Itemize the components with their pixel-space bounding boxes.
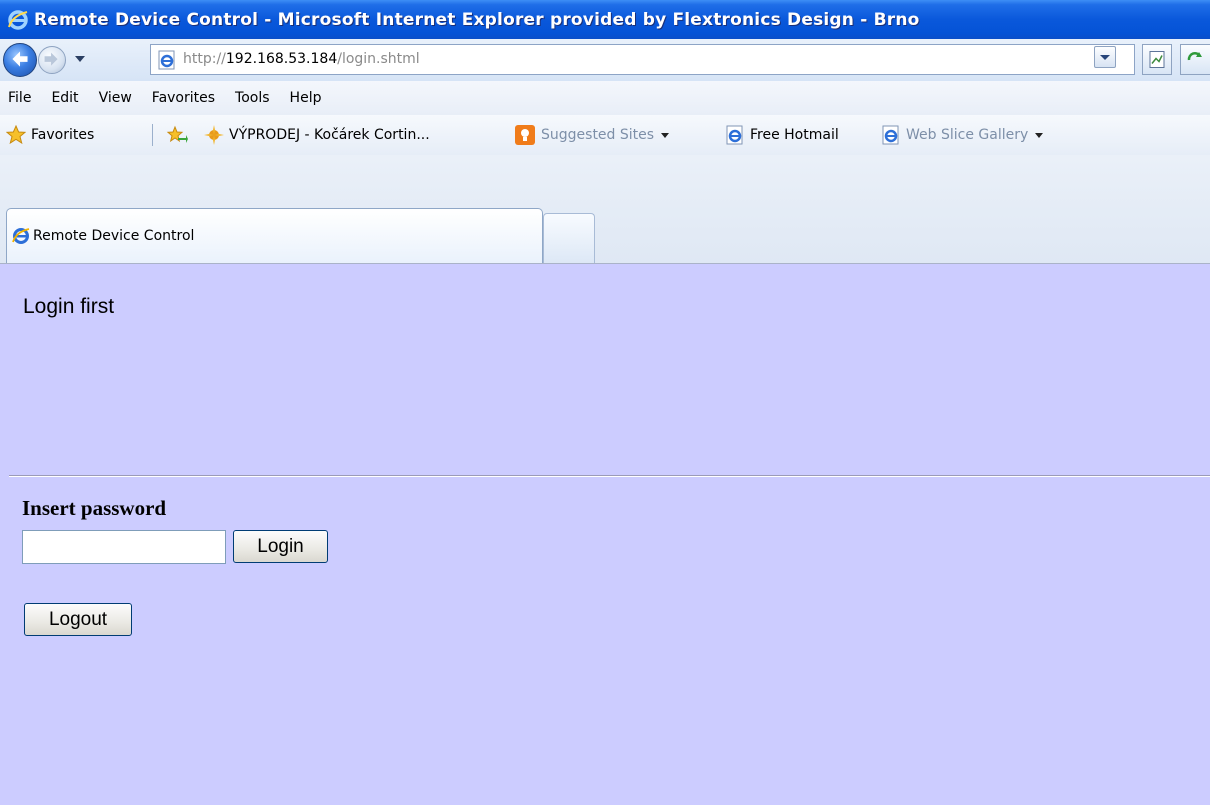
compatibility-view-button[interactable] xyxy=(1142,44,1172,75)
menu-file[interactable]: File xyxy=(8,90,31,106)
address-bar[interactable]: http://192.168.53.184/login.shtml xyxy=(150,44,1135,75)
refresh-button[interactable] xyxy=(1180,44,1210,75)
window-title: Remote Device Control - Microsoft Intern… xyxy=(34,9,920,30)
address-dropdown-button[interactable] xyxy=(1094,46,1116,68)
url-text: http://192.168.53.184/login.shtml xyxy=(183,51,420,67)
new-tab-button[interactable] xyxy=(543,213,595,263)
password-label: Insert password xyxy=(22,496,167,520)
back-button[interactable] xyxy=(3,43,37,77)
favorites-button[interactable]: Favorites xyxy=(6,115,94,155)
favorites-separator xyxy=(152,124,153,146)
page-content: Login first Insert password Login Logout xyxy=(0,263,1210,805)
ie-page-icon xyxy=(726,125,743,145)
favorite-item-suggested-sites[interactable]: Suggested Sites xyxy=(514,115,670,155)
chevron-down-icon xyxy=(1035,133,1044,138)
ie-logo-icon xyxy=(8,9,28,30)
favorite-item-label: VÝPRODEJ - Kočárek Cortin... xyxy=(229,127,430,143)
star-burst-icon xyxy=(204,125,224,145)
window-titlebar: Remote Device Control - Microsoft Intern… xyxy=(0,0,1210,39)
logout-button[interactable]: Logout xyxy=(24,603,132,636)
star-icon xyxy=(6,125,26,145)
horizontal-divider xyxy=(9,475,1210,477)
suggested-sites-icon xyxy=(515,125,535,145)
favorite-item-web-slice-gallery[interactable]: Web Slice Gallery xyxy=(881,115,1044,155)
page-heading: Login first xyxy=(23,295,115,318)
favorite-item-vyprodej[interactable]: VÝPRODEJ - Kočárek Cortin... xyxy=(204,115,430,155)
favorite-item-label: Web Slice Gallery xyxy=(906,127,1029,143)
arrow-left-icon xyxy=(12,51,28,67)
menu-bar: File Edit View Favorites Tools Help xyxy=(0,81,1210,116)
ie-logo-icon xyxy=(12,228,30,244)
recent-pages-dropdown-icon[interactable] xyxy=(74,53,86,65)
chevron-down-icon xyxy=(661,133,670,138)
ie-page-icon xyxy=(158,50,175,70)
compatibility-view-icon xyxy=(1149,51,1165,68)
menu-help[interactable]: Help xyxy=(290,90,322,106)
menu-edit[interactable]: Edit xyxy=(51,90,78,106)
favorites-label: Favorites xyxy=(31,127,95,143)
password-input[interactable] xyxy=(22,530,226,564)
arrow-right-icon xyxy=(44,52,58,66)
favorite-item-label: Free Hotmail xyxy=(750,127,839,143)
tab-label: Remote Device Control xyxy=(33,228,195,244)
favorite-item-label: Suggested Sites xyxy=(541,127,655,143)
ie-page-icon xyxy=(882,125,899,145)
add-favorite-icon xyxy=(166,125,188,143)
forward-button[interactable] xyxy=(38,46,66,74)
chevron-down-icon xyxy=(1100,55,1110,60)
navigation-bar: http://192.168.53.184/login.shtml xyxy=(0,39,1210,82)
menu-tools[interactable]: Tools xyxy=(235,90,270,106)
tab-remote-device-control[interactable]: Remote Device Control xyxy=(6,208,543,263)
favorite-item-free-hotmail[interactable]: Free Hotmail xyxy=(725,115,839,155)
menu-view[interactable]: View xyxy=(99,90,132,106)
add-to-favorites-button[interactable] xyxy=(166,115,188,155)
login-button[interactable]: Login xyxy=(233,530,328,563)
menu-favorites[interactable]: Favorites xyxy=(152,90,215,106)
refresh-icon xyxy=(1187,52,1202,61)
favorites-bar: Favorites VÝPRODEJ - Kočárek Cortin... S… xyxy=(0,115,1210,156)
